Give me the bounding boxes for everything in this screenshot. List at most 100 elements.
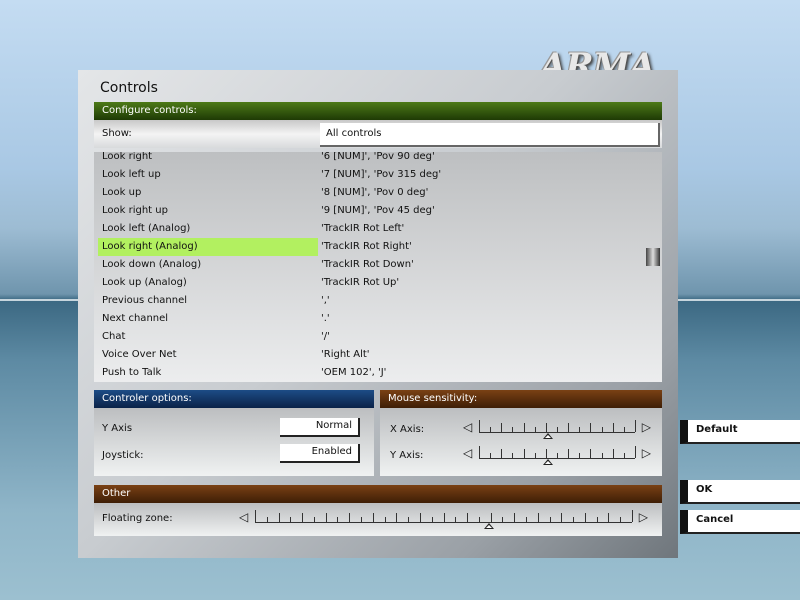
key-binding: ',' xyxy=(321,295,330,306)
key-binding: '6 [NUM]', 'Pov 90 deg' xyxy=(321,152,435,162)
list-scrollbar[interactable] xyxy=(646,248,660,266)
slider-tick xyxy=(396,513,398,522)
slider-tick xyxy=(512,453,514,458)
slider-tick xyxy=(623,453,625,458)
list-item[interactable]: Look up (Analog) 'TrackIR Rot Up' xyxy=(94,274,654,292)
list-item[interactable]: Look right (Analog) 'TrackIR Rot Right' xyxy=(94,238,654,256)
list-item[interactable]: Next channel '.' xyxy=(94,310,654,328)
slider-tick xyxy=(479,420,480,432)
action-name: Voice Over Net xyxy=(102,349,177,360)
list-item[interactable]: Look left (Analog) 'TrackIR Rot Left' xyxy=(94,220,654,238)
list-item[interactable]: Previous channel ',' xyxy=(94,292,654,310)
floating-zone-label: Floating zone: xyxy=(102,513,173,524)
joystick-label: Joystick: xyxy=(102,450,144,461)
list-item[interactable]: Look up '8 [NUM]', 'Pov 0 deg' xyxy=(94,184,654,202)
list-item[interactable]: Look right up '9 [NUM]', 'Pov 45 deg' xyxy=(94,202,654,220)
controller-header: Controler options: xyxy=(94,390,374,408)
action-name: Look right xyxy=(102,152,153,162)
action-name: Chat xyxy=(102,331,126,342)
slider-left-arrow-icon[interactable]: ◁ xyxy=(463,420,472,434)
list-item[interactable]: Look left up '7 [NUM]', 'Pov 315 deg' xyxy=(94,166,654,184)
y-axis-slider[interactable]: ◁ ▷ xyxy=(463,446,651,468)
slider-tick xyxy=(534,453,536,458)
slider-tick xyxy=(372,513,374,522)
action-name: Next channel xyxy=(102,313,169,324)
slider-tick xyxy=(467,513,469,522)
slider-tick xyxy=(502,517,504,522)
action-name: Look right (Analog) xyxy=(98,238,318,256)
floating-zone-slider[interactable]: ◁ ▷ xyxy=(239,510,648,532)
slider-left-arrow-icon[interactable]: ◁ xyxy=(239,510,248,524)
slider-tick xyxy=(549,517,551,522)
slider-tick xyxy=(557,427,558,432)
slider-tick xyxy=(568,449,570,458)
list-item[interactable]: Look right '6 [NUM]', 'Pov 90 deg' xyxy=(94,152,654,166)
slider-tick xyxy=(561,513,563,522)
slider-right-arrow-icon[interactable]: ▷ xyxy=(642,420,651,434)
slider-tick xyxy=(278,513,280,522)
key-binding: 'TrackIR Rot Down' xyxy=(321,259,414,270)
key-binding: '/' xyxy=(321,331,330,342)
show-label: Show: xyxy=(102,128,132,139)
slider-tick xyxy=(431,517,433,522)
key-binding: 'TrackIR Rot Left' xyxy=(321,223,405,234)
slider-tick xyxy=(620,517,622,522)
slider-tick xyxy=(608,513,610,522)
slider-tick xyxy=(302,513,304,522)
controls-list: Look right '6 [NUM]', 'Pov 90 deg' Look le… xyxy=(94,152,662,382)
key-binding: '.' xyxy=(321,313,330,324)
slider-tick xyxy=(601,427,603,432)
list-item[interactable]: Chat '/' xyxy=(94,328,654,346)
slider-tick xyxy=(596,517,598,522)
slider-right-arrow-icon[interactable]: ▷ xyxy=(639,510,648,524)
list-item[interactable]: Voice Over Net 'Right Alt' xyxy=(94,346,654,364)
key-binding: '7 [NUM]', 'Pov 315 deg' xyxy=(321,169,442,180)
action-name: Look left up xyxy=(102,169,161,180)
slider-tick xyxy=(545,423,547,432)
x-axis-slider[interactable]: ◁ ▷ xyxy=(463,420,651,442)
action-name: Look up (Analog) xyxy=(102,277,187,288)
ok-button[interactable]: OK xyxy=(680,480,800,504)
slider-right-arrow-icon[interactable]: ▷ xyxy=(642,446,651,460)
slider-tick xyxy=(612,449,614,458)
key-binding: 'Right Alt' xyxy=(321,349,370,360)
y-axis-button[interactable]: Normal xyxy=(280,418,360,437)
slider-thumb[interactable] xyxy=(542,433,553,439)
list-item[interactable]: Push to Talk 'OEM 102', 'J' xyxy=(94,364,654,382)
page-title: Controls xyxy=(100,80,158,96)
y-axis-label: Y Axis xyxy=(102,423,133,434)
slider-tick xyxy=(313,517,315,522)
list-item[interactable]: Look down (Analog) 'TrackIR Rot Down' xyxy=(94,256,654,274)
show-select[interactable]: All controls xyxy=(320,123,660,147)
slider-tick xyxy=(579,453,581,458)
action-name: Look up xyxy=(102,187,142,198)
slider-tick xyxy=(337,517,339,522)
slider-tick xyxy=(534,427,536,432)
slider-tick xyxy=(523,449,525,458)
slider-left-arrow-icon[interactable]: ◁ xyxy=(463,446,472,460)
slider-tick xyxy=(361,517,363,522)
cancel-button[interactable]: Cancel xyxy=(680,510,800,534)
slider-tick xyxy=(266,517,268,522)
slider-tick xyxy=(501,423,503,432)
action-name: Previous channel xyxy=(102,295,188,306)
slider-tick xyxy=(573,517,575,522)
action-name: Look left (Analog) xyxy=(102,223,191,234)
slider-tick xyxy=(537,513,539,522)
mouse-y-axis-label: Y Axis: xyxy=(390,450,424,461)
slider-tick xyxy=(408,517,410,522)
slider-tick xyxy=(490,513,492,522)
slider-tick xyxy=(419,513,421,522)
key-binding: '8 [NUM]', 'Pov 0 deg' xyxy=(321,187,429,198)
joystick-button[interactable]: Enabled xyxy=(280,444,360,463)
key-binding: 'TrackIR Rot Right' xyxy=(321,241,412,252)
action-name: Look right up xyxy=(102,205,168,216)
slider-tick xyxy=(557,453,558,458)
slider-track xyxy=(479,432,635,433)
slider-thumb[interactable] xyxy=(483,523,494,529)
slider-tick xyxy=(501,449,503,458)
slider-tick xyxy=(479,446,480,458)
slider-tick xyxy=(455,517,457,522)
slider-thumb[interactable] xyxy=(542,459,553,465)
default-button[interactable]: Default xyxy=(680,420,800,444)
